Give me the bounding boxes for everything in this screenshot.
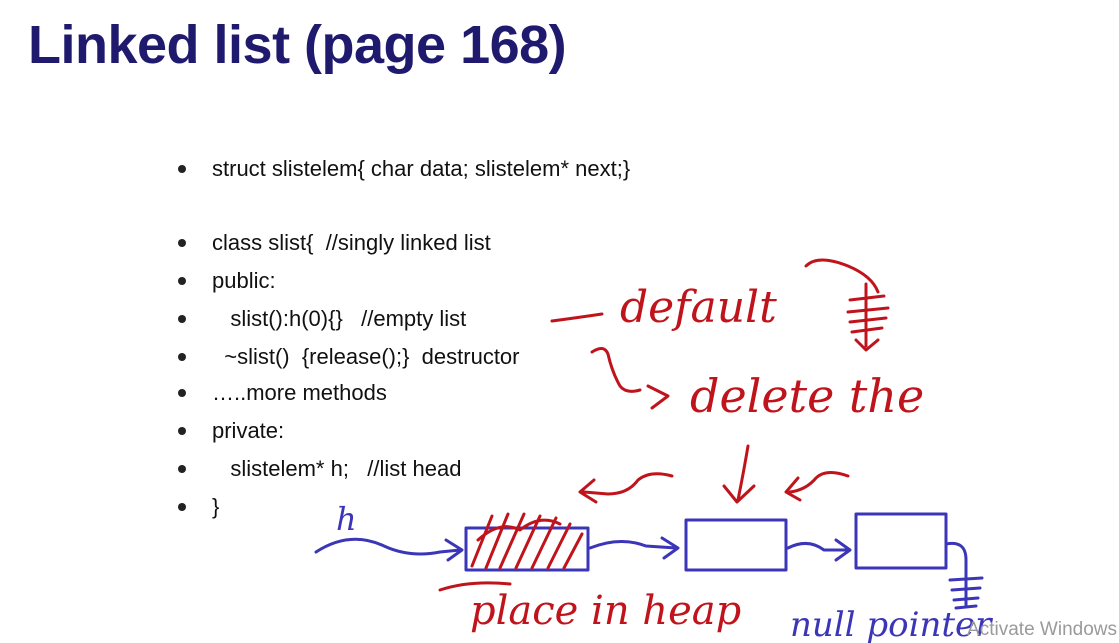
list-node-3 bbox=[854, 512, 948, 570]
arrow-head-icon bbox=[646, 384, 670, 410]
null-ground-icon bbox=[944, 541, 984, 610]
ink-annotations: default delete the h place in heap null … bbox=[314, 258, 993, 643]
dash-stroke bbox=[550, 312, 604, 323]
ground-symbol-icon bbox=[846, 282, 890, 352]
activate-windows-watermark: Activate Windows bbox=[967, 619, 1117, 640]
next-pointer-arrow-1 bbox=[588, 536, 680, 560]
curved-arrow-right-icon bbox=[784, 471, 850, 502]
annotation-null-pointer: null pointer bbox=[790, 605, 993, 643]
annotation-delete-the: delete the bbox=[690, 369, 924, 423]
label-h: h bbox=[336, 500, 357, 538]
annotation-default: default bbox=[620, 282, 777, 333]
node-hatch bbox=[470, 512, 584, 570]
list-node-2 bbox=[684, 518, 788, 572]
slide: Linked list (page 168) struct slistelem{… bbox=[0, 0, 1119, 643]
curved-arrow-left-icon bbox=[578, 472, 674, 504]
head-pointer-arrow bbox=[314, 537, 464, 562]
bracket-stroke bbox=[590, 347, 642, 393]
next-pointer-arrow-2 bbox=[786, 538, 852, 562]
annotation-place-in-heap: place in heap bbox=[470, 588, 741, 634]
down-arrow-icon bbox=[722, 444, 756, 504]
